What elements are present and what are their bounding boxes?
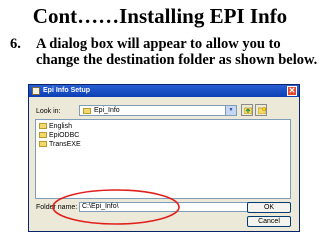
folder-name: TransEXE: [49, 141, 81, 148]
dialog-titlebar[interactable]: Epi Info Setup ✕: [29, 85, 299, 97]
ok-button[interactable]: OK: [247, 202, 291, 213]
step-instruction: A dialog box will appear to allow you to…: [36, 36, 318, 68]
look-in-label: Look in:: [36, 108, 61, 115]
look-in-dropdown[interactable]: Epi_Info ▼: [79, 105, 237, 116]
app-icon: [32, 87, 40, 95]
new-folder-icon: [258, 107, 266, 114]
folder-icon: [39, 141, 47, 147]
up-folder-button[interactable]: [241, 104, 253, 116]
up-folder-icon: [244, 107, 252, 114]
slide-title: Cont……Installing EPI Info: [32, 4, 288, 28]
folder-icon: [83, 108, 91, 114]
step-number: 6.: [10, 36, 21, 52]
folder-name: English: [49, 123, 72, 130]
folder-name: EpiODBC: [49, 132, 80, 139]
dialog-title: Epi Info Setup: [43, 87, 91, 94]
setup-dialog: Epi Info Setup ✕ Look in: Epi_Info ▼ Eng…: [28, 84, 300, 232]
folder-name-input[interactable]: C:\Epi_Info\: [79, 202, 269, 212]
chevron-down-icon[interactable]: ▼: [225, 106, 236, 115]
folder-name-label: Folder name:: [36, 204, 78, 211]
cancel-button[interactable]: Cancel: [247, 216, 291, 227]
folder-icon: [39, 132, 47, 138]
new-folder-button[interactable]: [255, 104, 267, 116]
folder-list[interactable]: English EpiODBC TransEXE: [35, 119, 291, 199]
folder-icon: [39, 123, 47, 129]
close-icon[interactable]: ✕: [287, 86, 297, 96]
look-in-value: Epi_Info: [94, 107, 120, 114]
